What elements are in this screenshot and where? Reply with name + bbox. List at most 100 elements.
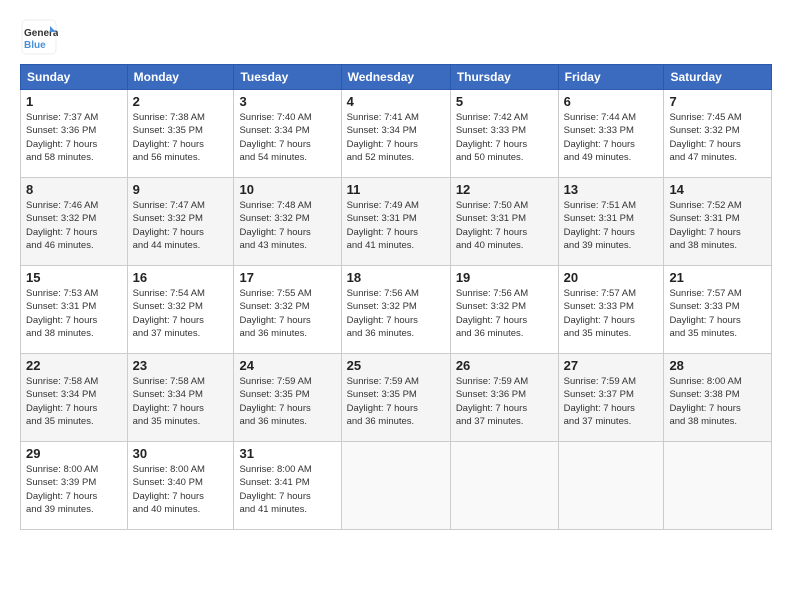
day-detail: Sunrise: 7:48 AMSunset: 3:32 PMDaylight:… (239, 199, 335, 252)
day-detail: Sunrise: 7:55 AMSunset: 3:32 PMDaylight:… (239, 287, 335, 340)
day-number: 26 (456, 358, 553, 373)
table-row: 2 Sunrise: 7:38 AMSunset: 3:35 PMDaylight… (127, 90, 234, 178)
day-detail: Sunrise: 8:00 AMSunset: 3:40 PMDaylight:… (133, 463, 229, 516)
empty-cell (341, 442, 450, 530)
day-number: 7 (669, 94, 766, 109)
table-row: 28 Sunrise: 8:00 AMSunset: 3:38 PMDayligh… (664, 354, 772, 442)
table-row: 21 Sunrise: 7:57 AMSunset: 3:33 PMDayligh… (664, 266, 772, 354)
day-number: 5 (456, 94, 553, 109)
empty-cell (450, 442, 558, 530)
day-detail: Sunrise: 7:57 AMSunset: 3:33 PMDaylight:… (669, 287, 766, 340)
day-number: 16 (133, 270, 229, 285)
table-row: 4Sunrise: 7:41 AMSunset: 3:34 PMDaylight… (341, 90, 450, 178)
day-detail: Sunrise: 7:52 AMSunset: 3:31 PMDaylight:… (669, 199, 766, 252)
table-row: 29Sunrise: 8:00 AMSunset: 3:39 PMDayligh… (21, 442, 128, 530)
day-detail: Sunrise: 7:59 AMSunset: 3:36 PMDaylight:… (456, 375, 553, 428)
header-tuesday: Tuesday (234, 65, 341, 90)
calendar-header-row: Sunday Monday Tuesday Wednesday Thursday… (21, 65, 772, 90)
day-detail: Sunrise: 7:38 AMSunset: 3:35 PMDaylight:… (133, 111, 229, 164)
calendar-row: 8 Sunrise: 7:46 AMSunset: 3:32 PMDaylight… (21, 178, 772, 266)
day-detail: Sunrise: 7:59 AMSunset: 3:37 PMDaylight:… (564, 375, 659, 428)
table-row: 6 Sunrise: 7:44 AMSunset: 3:33 PMDaylight… (558, 90, 664, 178)
day-number: 25 (347, 358, 445, 373)
calendar-row: 1 Sunrise: 7:37 AMSunset: 3:36 PMDaylight… (21, 90, 772, 178)
table-row: 24 Sunrise: 7:59 AMSunset: 3:35 PMDayligh… (234, 354, 341, 442)
empty-cell (558, 442, 664, 530)
header-wednesday: Wednesday (341, 65, 450, 90)
day-detail: Sunrise: 8:00 AMSunset: 3:38 PMDaylight:… (669, 375, 766, 428)
day-detail: Sunrise: 7:59 AMSunset: 3:35 PMDaylight:… (347, 375, 445, 428)
table-row: 10 Sunrise: 7:48 AMSunset: 3:32 PMDayligh… (234, 178, 341, 266)
day-number: 21 (669, 270, 766, 285)
day-detail: Sunrise: 7:51 AMSunset: 3:31 PMDaylight:… (564, 199, 659, 252)
day-number: 13 (564, 182, 659, 197)
day-detail: Sunrise: 7:56 AMSunset: 3:32 PMDaylight:… (347, 287, 445, 340)
day-detail: Sunrise: 7:42 AMSunset: 3:33 PMDaylight:… (456, 111, 553, 164)
day-detail: Sunrise: 7:47 AMSunset: 3:32 PMDaylight:… (133, 199, 229, 252)
day-number: 8 (26, 182, 122, 197)
day-detail: Sunrise: 7:53 AMSunset: 3:31 PMDaylight:… (26, 287, 122, 340)
day-detail: Sunrise: 7:56 AMSunset: 3:32 PMDaylight:… (456, 287, 553, 340)
day-detail: Sunrise: 7:58 AMSunset: 3:34 PMDaylight:… (26, 375, 122, 428)
header-saturday: Saturday (664, 65, 772, 90)
page: General Blue Sunday Monday Tuesday Wedne… (0, 0, 792, 612)
table-row: 16 Sunrise: 7:54 AMSunset: 3:32 PMDayligh… (127, 266, 234, 354)
day-number: 3 (239, 94, 335, 109)
table-row: 7 Sunrise: 7:45 AMSunset: 3:32 PMDaylight… (664, 90, 772, 178)
day-number: 23 (133, 358, 229, 373)
day-number: 9 (133, 182, 229, 197)
header-thursday: Thursday (450, 65, 558, 90)
day-number: 31 (239, 446, 335, 461)
day-number: 6 (564, 94, 659, 109)
table-row: 19Sunrise: 7:56 AMSunset: 3:32 PMDayligh… (450, 266, 558, 354)
day-detail: Sunrise: 7:40 AMSunset: 3:34 PMDaylight:… (239, 111, 335, 164)
table-row: 3 Sunrise: 7:40 AMSunset: 3:34 PMDaylight… (234, 90, 341, 178)
table-row: 31 Sunrise: 8:00 AMSunset: 3:41 PMDayligh… (234, 442, 341, 530)
day-detail: Sunrise: 7:57 AMSunset: 3:33 PMDaylight:… (564, 287, 659, 340)
calendar-row: 22 Sunrise: 7:58 AMSunset: 3:34 PMDayligh… (21, 354, 772, 442)
day-number: 22 (26, 358, 122, 373)
table-row: 18Sunrise: 7:56 AMSunset: 3:32 PMDayligh… (341, 266, 450, 354)
table-row: 8 Sunrise: 7:46 AMSunset: 3:32 PMDaylight… (21, 178, 128, 266)
day-number: 1 (26, 94, 122, 109)
table-row: 15Sunrise: 7:53 AMSunset: 3:31 PMDayligh… (21, 266, 128, 354)
day-detail: Sunrise: 7:59 AMSunset: 3:35 PMDaylight:… (239, 375, 335, 428)
table-row: 9 Sunrise: 7:47 AMSunset: 3:32 PMDaylight… (127, 178, 234, 266)
day-detail: Sunrise: 8:00 AMSunset: 3:41 PMDaylight:… (239, 463, 335, 516)
day-number: 10 (239, 182, 335, 197)
day-number: 30 (133, 446, 229, 461)
header-monday: Monday (127, 65, 234, 90)
calendar-row: 29Sunrise: 8:00 AMSunset: 3:39 PMDayligh… (21, 442, 772, 530)
header-sunday: Sunday (21, 65, 128, 90)
header-friday: Friday (558, 65, 664, 90)
calendar-row: 15Sunrise: 7:53 AMSunset: 3:31 PMDayligh… (21, 266, 772, 354)
table-row: 1 Sunrise: 7:37 AMSunset: 3:36 PMDaylight… (21, 90, 128, 178)
day-number: 2 (133, 94, 229, 109)
day-number: 28 (669, 358, 766, 373)
day-detail: Sunrise: 7:49 AMSunset: 3:31 PMDaylight:… (347, 199, 445, 252)
day-number: 24 (239, 358, 335, 373)
table-row: 22 Sunrise: 7:58 AMSunset: 3:34 PMDayligh… (21, 354, 128, 442)
table-row: 5 Sunrise: 7:42 AMSunset: 3:33 PMDaylight… (450, 90, 558, 178)
day-detail: Sunrise: 7:45 AMSunset: 3:32 PMDaylight:… (669, 111, 766, 164)
logo: General Blue (20, 18, 60, 56)
day-detail: Sunrise: 7:44 AMSunset: 3:33 PMDaylight:… (564, 111, 659, 164)
day-detail: Sunrise: 7:37 AMSunset: 3:36 PMDaylight:… (26, 111, 122, 164)
day-number: 12 (456, 182, 553, 197)
header: General Blue (20, 18, 772, 56)
day-number: 29 (26, 446, 122, 461)
table-row: 23Sunrise: 7:58 AMSunset: 3:34 PMDayligh… (127, 354, 234, 442)
empty-cell (664, 442, 772, 530)
table-row: 30 Sunrise: 8:00 AMSunset: 3:40 PMDayligh… (127, 442, 234, 530)
day-number: 27 (564, 358, 659, 373)
day-detail: Sunrise: 7:50 AMSunset: 3:31 PMDaylight:… (456, 199, 553, 252)
table-row: 12 Sunrise: 7:50 AMSunset: 3:31 PMDayligh… (450, 178, 558, 266)
svg-text:Blue: Blue (24, 40, 46, 51)
day-detail: Sunrise: 7:54 AMSunset: 3:32 PMDaylight:… (133, 287, 229, 340)
day-number: 14 (669, 182, 766, 197)
logo-icon: General Blue (20, 18, 58, 56)
table-row: 14 Sunrise: 7:52 AMSunset: 3:31 PMDayligh… (664, 178, 772, 266)
day-detail: Sunrise: 7:46 AMSunset: 3:32 PMDaylight:… (26, 199, 122, 252)
day-detail: Sunrise: 7:41 AMSunset: 3:34 PMDaylight:… (347, 111, 445, 164)
table-row: 13 Sunrise: 7:51 AMSunset: 3:31 PMDayligh… (558, 178, 664, 266)
